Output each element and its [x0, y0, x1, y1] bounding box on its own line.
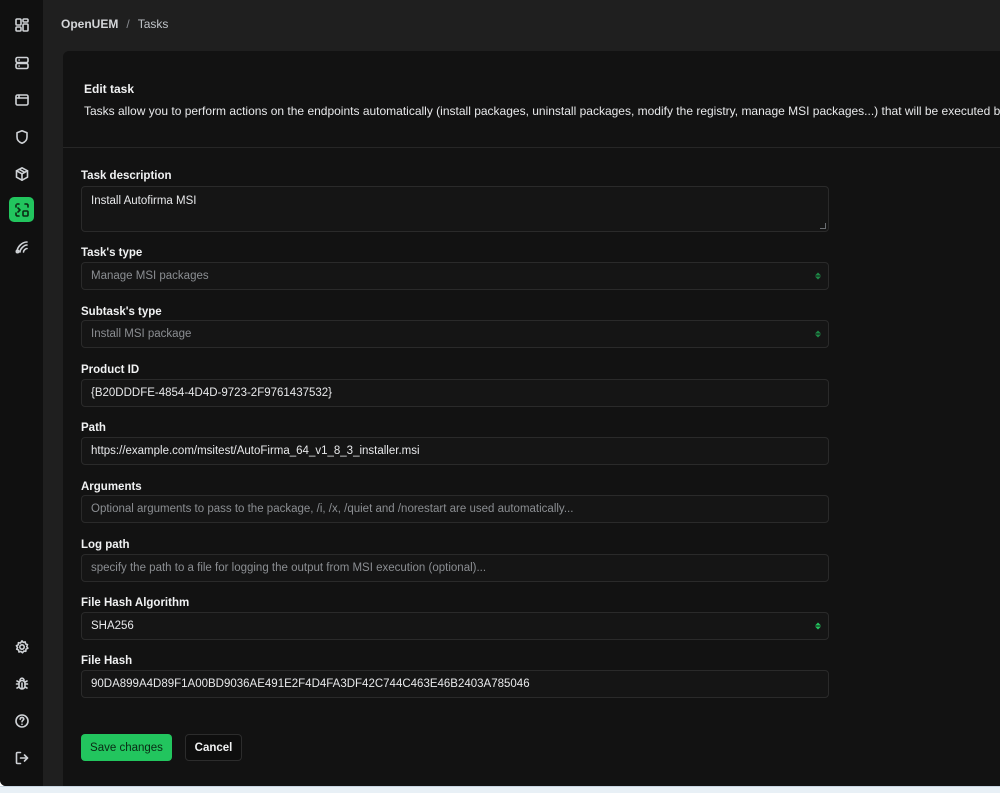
select-arrows-icon [815, 330, 821, 338]
log-path-label: Log path [81, 539, 130, 551]
help-icon[interactable] [9, 708, 34, 733]
breadcrumb: OpenUEM / Tasks [61, 17, 168, 31]
product-id-value: {B20DDDFE-4854-4D4D-9723-2F9761437532} [91, 387, 333, 399]
hash-algorithm-value: SHA256 [91, 620, 134, 632]
breadcrumb-separator: / [126, 17, 130, 31]
server-icon[interactable] [9, 50, 34, 75]
tasks-icon[interactable] [9, 197, 34, 222]
file-hash-label: File Hash [81, 655, 133, 667]
sidebar [0, 0, 43, 786]
path-value: https://example.com/msitest/AutoFirma_64… [91, 445, 420, 457]
file-hash-input[interactable]: 90DA899A4D89F1A00BD9036AE491E2F4D4FA3DF4… [81, 670, 829, 698]
cancel-button[interactable]: Cancel [185, 734, 242, 761]
task-description-input[interactable]: Install Autofirma MSI [81, 186, 829, 232]
shield-icon[interactable] [9, 124, 34, 149]
log-path-input[interactable]: specify the path to a file for logging t… [81, 554, 829, 582]
card-description: Tasks allow you to perform actions on th… [84, 104, 1000, 118]
card-header: Edit task Tasks allow you to perform act… [63, 51, 1000, 148]
path-label: Path [81, 422, 106, 434]
hash-algorithm-label: File Hash Algorithm [81, 597, 190, 609]
breadcrumb-root[interactable]: OpenUEM [61, 17, 118, 31]
hash-algorithm-select[interactable]: SHA256 [81, 612, 829, 640]
task-type-value: Manage MSI packages [91, 270, 209, 282]
product-id-label: Product ID [81, 364, 140, 376]
gear-icon[interactable] [9, 634, 34, 659]
task-description-value: Install Autofirma MSI [91, 195, 197, 207]
package-icon[interactable] [9, 161, 34, 186]
card-title: Edit task [84, 82, 135, 96]
file-hash-value: 90DA899A4D89F1A00BD9036AE491E2F4D4FA3DF4… [91, 678, 530, 690]
subtask-type-select[interactable]: Install MSI package [81, 320, 829, 348]
subtask-type-label: Subtask's type [81, 306, 162, 318]
log-path-placeholder: specify the path to a file for logging t… [91, 562, 487, 574]
select-arrows-icon [815, 272, 821, 280]
app-window: OpenUEM / Tasks Edit task Tasks allow yo… [0, 0, 1000, 786]
task-description-label: Task description [81, 170, 172, 182]
window-bottom-edge [0, 786, 1000, 793]
save-changes-button[interactable]: Save changes [81, 734, 172, 761]
path-input[interactable]: https://example.com/msitest/AutoFirma_64… [81, 437, 829, 465]
dashboard-icon[interactable] [9, 12, 34, 37]
product-id-input[interactable]: {B20DDDFE-4854-4D4D-9723-2F9761437532} [81, 379, 829, 407]
logout-icon[interactable] [9, 745, 34, 770]
window-icon[interactable] [9, 87, 34, 112]
subtask-type-value: Install MSI package [91, 328, 192, 340]
remote-assist-icon[interactable] [9, 234, 34, 259]
task-type-select[interactable]: Manage MSI packages [81, 262, 829, 290]
bug-icon[interactable] [9, 671, 34, 696]
resize-handle-icon[interactable] [820, 223, 826, 229]
arguments-label: Arguments [81, 481, 142, 493]
breadcrumb-current: Tasks [137, 17, 169, 31]
select-arrows-icon [815, 622, 821, 630]
arguments-placeholder: Optional arguments to pass to the packag… [91, 503, 574, 515]
task-type-label: Task's type [81, 247, 143, 259]
arguments-input[interactable]: Optional arguments to pass to the packag… [81, 495, 829, 523]
